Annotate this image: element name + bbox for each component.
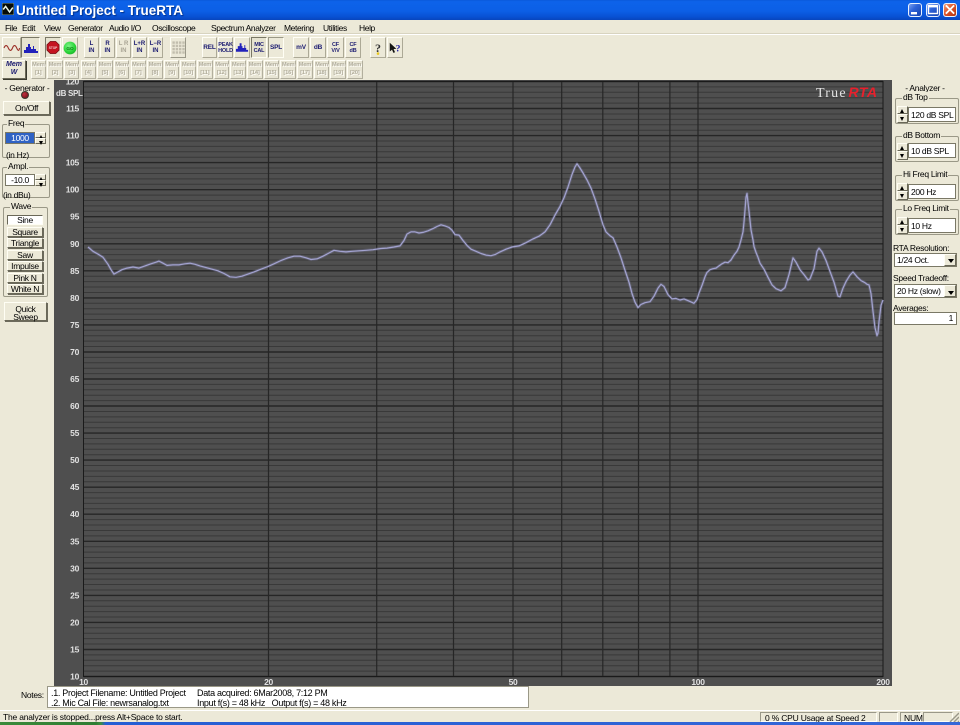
svg-text:40: 40 — [70, 509, 79, 519]
svg-text:GO: GO — [66, 46, 74, 52]
svg-text:?: ? — [396, 43, 401, 54]
svg-text:10: 10 — [79, 677, 88, 686]
svg-text:55: 55 — [70, 428, 79, 438]
svg-text:95: 95 — [70, 212, 79, 222]
svg-text:80: 80 — [70, 293, 79, 303]
svg-text:65: 65 — [70, 374, 79, 384]
svg-text:20: 20 — [70, 617, 79, 627]
svg-text:STOP: STOP — [49, 46, 58, 50]
svg-text:115: 115 — [66, 104, 79, 114]
svg-text:15: 15 — [70, 645, 79, 655]
svg-text:105: 105 — [66, 158, 80, 168]
svg-text:35: 35 — [70, 536, 79, 546]
svg-text:100: 100 — [691, 677, 705, 686]
svg-text:RTA: RTA — [849, 84, 878, 100]
svg-text:70: 70 — [70, 347, 79, 357]
svg-text:60: 60 — [70, 401, 79, 411]
svg-text:50: 50 — [509, 677, 518, 686]
svg-text:dB SPL: dB SPL — [56, 89, 83, 98]
svg-text:90: 90 — [70, 239, 79, 249]
svg-text:100: 100 — [66, 185, 80, 195]
svg-text:25: 25 — [70, 590, 79, 600]
svg-text:True: True — [816, 86, 847, 101]
svg-text:120: 120 — [66, 80, 80, 87]
svg-text:45: 45 — [70, 482, 79, 492]
svg-text:30: 30 — [70, 563, 79, 573]
svg-text:110: 110 — [66, 131, 79, 141]
svg-text:75: 75 — [70, 320, 79, 330]
svg-text:20: 20 — [264, 677, 273, 686]
svg-text:85: 85 — [70, 266, 79, 276]
svg-text:50: 50 — [70, 455, 79, 465]
svg-text:200: 200 — [876, 677, 890, 686]
